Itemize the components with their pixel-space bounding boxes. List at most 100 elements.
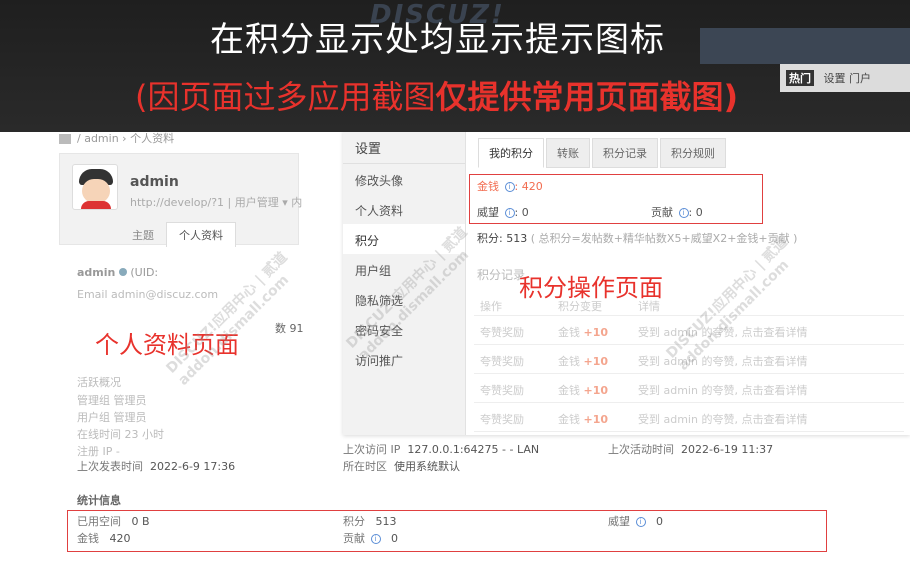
last-post-label: 上次发表时间 xyxy=(77,460,143,473)
tab-transfer[interactable]: 转账 xyxy=(546,138,590,168)
credit-tabs: 我的积分 转账 积分记录 积分规则 xyxy=(478,138,728,168)
used-space-value: 0 B xyxy=(131,515,150,528)
stats-title: 统计信息 xyxy=(77,494,121,507)
uid-extra: (UID: xyxy=(130,266,159,279)
profile-username: admin xyxy=(130,174,179,190)
contribution-credit-label: 贡献 xyxy=(651,206,673,219)
timezone-row: 所在时区 使用系统默认 xyxy=(343,458,460,474)
avatar[interactable] xyxy=(72,164,118,210)
row-change-label: 金钱 xyxy=(558,326,580,339)
top-banner: DISCUZ! 热门 设置 门户 在积分显示处均显示提示图标 (因页面过多应用截… xyxy=(0,0,910,132)
uid-line: admin (UID: xyxy=(77,266,158,279)
nav-mini-text: 设置 门户 xyxy=(823,72,872,85)
profile-url: http://develop/?1 | 用户管理 ▾ 内 xyxy=(130,196,303,209)
info-icon[interactable]: i xyxy=(504,208,515,218)
last-ip-row: 上次访问 IP 127.0.0.1:64275 - - LAN xyxy=(343,441,539,457)
subtitle-bold: 仅提供常用页面截图) xyxy=(435,78,739,116)
subtitle-normal: (因页面过多应用截图 xyxy=(135,78,436,116)
table-header: 操作 积分变更 详情 xyxy=(474,294,904,316)
money-credit: 金钱 i: 420 xyxy=(477,180,543,193)
prestige-credit-label: 威望 xyxy=(477,206,499,219)
user-manage-menu[interactable]: 用户管理 ▾ xyxy=(235,196,288,209)
tab-threads[interactable]: 主题 xyxy=(120,223,166,247)
total-credits: 积分: 513 ( 总积分=发帖数+精华帖数X5+威望X2+金钱+贡献 ) xyxy=(477,230,797,246)
money-label: 金钱 xyxy=(77,532,99,545)
row-detail[interactable]: 受到 admin 的夸赞, 点击查看详情 xyxy=(638,411,807,427)
row-change-value: +10 xyxy=(583,326,609,339)
last-ip-label: 上次访问 IP xyxy=(343,443,401,456)
row-op: 夸赞奖励 xyxy=(480,413,524,426)
money-row: 金钱 420 xyxy=(77,530,131,546)
timezone-value: 使用系统默认 xyxy=(394,460,460,473)
last-active-row: 上次活动时间 2022-6-19 11:37 xyxy=(608,441,773,457)
user-manage-more: 内 xyxy=(291,196,303,209)
bg-nav-mini: 热门 设置 门户 xyxy=(780,64,910,92)
row-detail[interactable]: 受到 admin 的夸赞, 点击查看详情 xyxy=(638,353,807,369)
money-credit-label: 金钱 xyxy=(477,180,499,193)
row-change-label: 金钱 xyxy=(558,355,580,368)
total-credits-label: 积分: 513 xyxy=(477,232,528,245)
row-change-label: 金钱 xyxy=(558,384,580,397)
row-change: 金钱 +10 xyxy=(558,324,608,340)
profile-url-text[interactable]: http://develop/?1 xyxy=(130,196,224,209)
tab-credit-log[interactable]: 积分记录 xyxy=(592,138,658,168)
tab-profile[interactable]: 个人资料 xyxy=(166,222,236,247)
row-change-label: 金钱 xyxy=(558,413,580,426)
profile-card: admin http://develop/?1 | 用户管理 ▾ 内 主题 个人资… xyxy=(59,153,303,247)
table-row: 夸赞奖励 金钱 +10 受到 admin 的夸赞, 点击查看详情 xyxy=(474,403,904,432)
money-credit-value: 420 xyxy=(521,180,543,193)
credits-value: 513 xyxy=(375,515,397,528)
row-op: 夸赞奖励 xyxy=(480,326,524,339)
credits-row: 积分 513 xyxy=(343,513,397,529)
email-label: Email xyxy=(77,288,108,301)
used-space-row: 已用空间 0 B xyxy=(77,513,150,529)
home-icon[interactable] xyxy=(59,134,71,144)
email-line: Email admin@discuz.com xyxy=(77,288,218,301)
sidebar-title: 设置 xyxy=(343,130,465,164)
row-op: 夸赞奖励 xyxy=(480,355,524,368)
table-row: 夸赞奖励 金钱 +10 受到 admin 的夸赞, 点击查看详情 xyxy=(474,374,904,403)
tab-my-credits[interactable]: 我的积分 xyxy=(478,138,544,168)
nav-badge: 热门 xyxy=(786,70,814,86)
money-value: 420 xyxy=(109,532,131,545)
breadcrumb-user[interactable]: admin xyxy=(84,132,118,145)
last-post-row: 上次发表时间 2022-6-9 17:36 xyxy=(77,458,235,474)
reg-ip-row: 注册 IP - xyxy=(77,445,120,458)
stat-fragment: 数 91 xyxy=(275,322,304,335)
overview-label: 活跃概况 xyxy=(77,376,121,389)
uid-username: admin xyxy=(77,266,116,279)
profile-tabs: 主题 个人资料 xyxy=(120,222,236,247)
credit-records-label: 积分记录 xyxy=(477,268,526,282)
admin-group-row: 管理组 管理员 xyxy=(77,394,147,407)
used-space-label: 已用空间 xyxy=(77,515,121,528)
col-detail: 详情 xyxy=(638,300,660,313)
breadcrumb-page: 个人资料 xyxy=(130,132,175,145)
last-active-label: 上次活动时间 xyxy=(608,443,674,456)
row-change-value: +10 xyxy=(583,355,609,368)
last-ip-value: 127.0.0.1:64275 - - LAN xyxy=(407,443,540,456)
row-change-value: +10 xyxy=(583,413,609,426)
credits-label: 积分 xyxy=(343,515,365,528)
row-change-value: +10 xyxy=(583,384,609,397)
info-icon[interactable]: i xyxy=(504,182,515,192)
online-dot-icon xyxy=(118,268,127,276)
prestige-row: 威望 i 0 xyxy=(608,513,663,529)
sidebar-item-profile[interactable]: 个人资料 xyxy=(343,194,465,224)
prestige-value: 0 xyxy=(656,515,663,528)
row-detail[interactable]: 受到 admin 的夸赞, 点击查看详情 xyxy=(638,382,807,398)
timezone-label: 所在时区 xyxy=(343,460,387,473)
contribution-credit: 贡献 i: 0 xyxy=(651,206,703,219)
info-icon[interactable]: i xyxy=(678,208,689,218)
row-change: 金钱 +10 xyxy=(558,382,608,398)
email-value: admin@discuz.com xyxy=(111,288,219,301)
info-icon[interactable]: i xyxy=(635,517,646,527)
breadcrumb: / admin › 个人资料 xyxy=(59,130,174,146)
row-op: 夸赞奖励 xyxy=(480,384,524,397)
online-time-row: 在线时间 23 小时 xyxy=(77,428,164,441)
tab-credit-rules[interactable]: 积分规则 xyxy=(660,138,726,168)
total-credits-formula: ( 总积分=发帖数+精华帖数X5+威望X2+金钱+贡献 ) xyxy=(530,232,798,245)
contribution-row: 贡献 i 0 xyxy=(343,530,398,546)
info-icon[interactable]: i xyxy=(370,534,381,544)
prestige-label: 威望 xyxy=(608,515,630,528)
sidebar-item-avatar[interactable]: 修改头像 xyxy=(343,164,465,194)
